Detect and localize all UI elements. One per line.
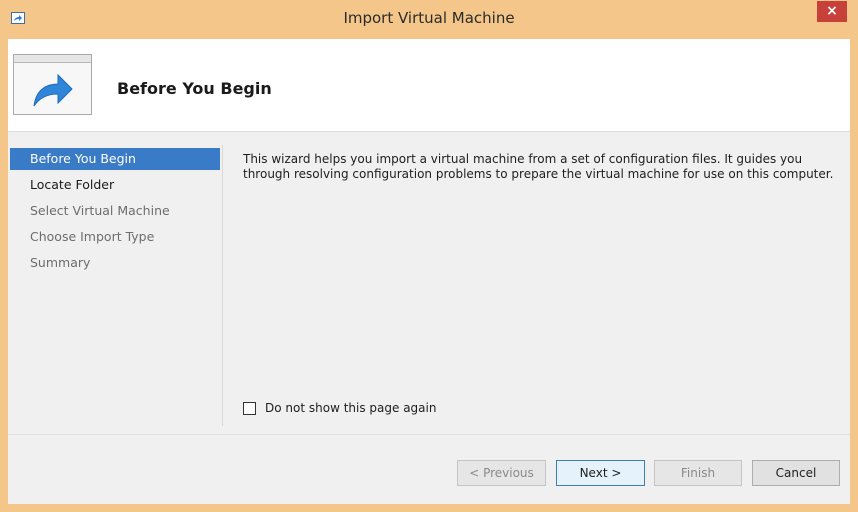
nav-item-locate-folder[interactable]: Locate Folder bbox=[10, 174, 220, 196]
do-not-show-again-option[interactable]: Do not show this page again bbox=[243, 400, 436, 416]
title-bar[interactable]: Import Virtual Machine × bbox=[0, 0, 858, 38]
previous-button[interactable]: < Previous bbox=[457, 460, 546, 486]
page-title: Before You Begin bbox=[117, 79, 272, 98]
import-vm-wizard-icon bbox=[13, 54, 92, 115]
window-frame-bar bbox=[14, 55, 91, 63]
nav-item-select-virtual-machine: Select Virtual Machine bbox=[30, 203, 170, 218]
do-not-show-again-checkbox[interactable] bbox=[243, 401, 256, 415]
finish-button[interactable]: Finish bbox=[654, 460, 742, 486]
wizard-client-area: Before You Begin Before You Begin Locate… bbox=[8, 39, 850, 504]
cancel-button[interactable]: Cancel bbox=[752, 460, 840, 486]
footer-divider bbox=[8, 434, 850, 435]
nav-item-choose-import-type: Choose Import Type bbox=[30, 229, 155, 244]
import-arrow-icon bbox=[33, 73, 73, 107]
wizard-description: This wizard helps you import a virtual m… bbox=[243, 152, 834, 181]
window-title: Import Virtual Machine bbox=[343, 9, 515, 27]
do-not-show-again-label[interactable]: Do not show this page again bbox=[265, 401, 436, 415]
nav-item-before-you-begin[interactable]: Before You Begin bbox=[10, 148, 220, 170]
nav-item-summary: Summary bbox=[30, 255, 91, 270]
wizard-steps-nav: Before You Begin Locate Folder Select Vi… bbox=[8, 145, 223, 426]
import-vm-window: Import Virtual Machine × Before You Begi… bbox=[0, 0, 858, 512]
wizard-header: Before You Begin bbox=[8, 39, 850, 132]
next-button[interactable]: Next > bbox=[556, 460, 645, 486]
close-button[interactable]: × bbox=[817, 1, 847, 22]
